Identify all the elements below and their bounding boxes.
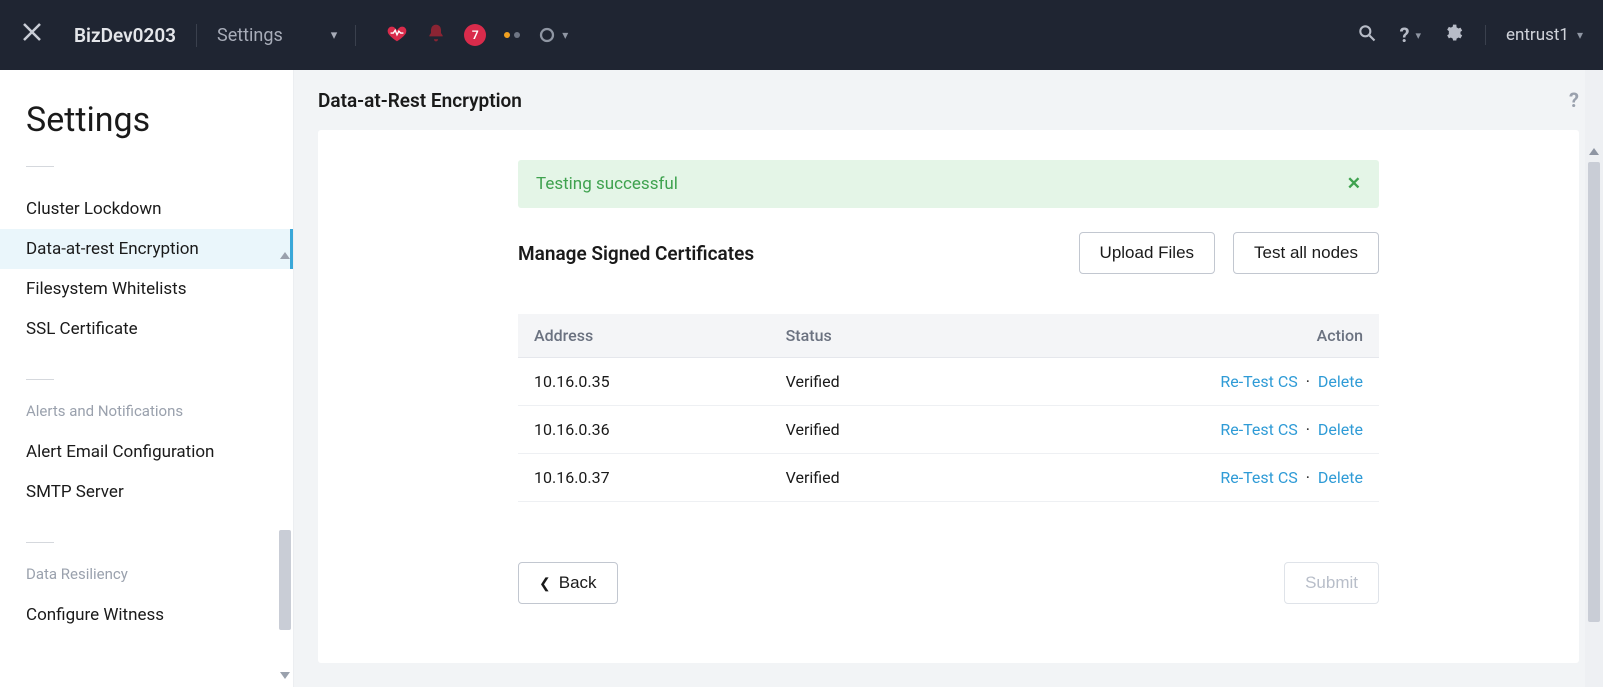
gear-icon[interactable] <box>1443 23 1463 47</box>
sidebar: Settings Cluster Lockdown Data-at-rest E… <box>0 70 294 687</box>
chevron-down-icon: ▾ <box>331 28 338 43</box>
action-separator: · <box>1306 372 1310 391</box>
context-label: Settings <box>217 25 283 46</box>
status-dots <box>504 32 520 38</box>
delete-link[interactable]: Delete <box>1318 468 1363 487</box>
status-icon-group: 7 ▾ <box>386 22 568 48</box>
section-title: Manage Signed Certificates <box>518 242 754 265</box>
content-card: Testing successful ✕ Manage Signed Certi… <box>318 130 1579 663</box>
notification-count-badge[interactable]: 7 <box>464 24 486 46</box>
sidebar-group-label: Data Resiliency <box>0 565 293 595</box>
retest-link[interactable]: Re-Test CS <box>1220 420 1297 439</box>
context-dropdown[interactable]: Settings ▾ <box>217 25 356 46</box>
cell-action: Re-Test CS · Delete <box>971 358 1379 406</box>
delete-link[interactable]: Delete <box>1318 372 1363 391</box>
scroll-up-arrow[interactable] <box>1589 148 1599 155</box>
sidebar-group: Cluster Lockdown Data-at-rest Encryption… <box>0 189 293 349</box>
sidebar-item-alert-email-configuration[interactable]: Alert Email Configuration <box>0 432 293 472</box>
bell-icon[interactable] <box>426 23 446 47</box>
divider <box>26 166 54 167</box>
divider <box>26 379 54 380</box>
submit-button[interactable]: Submit <box>1284 562 1379 604</box>
col-status: Status <box>770 314 971 358</box>
cell-address: 10.16.0.35 <box>518 358 770 406</box>
cluster-name[interactable]: BizDev0203 <box>74 24 197 47</box>
cell-status: Verified <box>770 358 971 406</box>
retest-link[interactable]: Re-Test CS <box>1220 468 1297 487</box>
username-label: entrust1 <box>1506 25 1569 45</box>
cell-address: 10.16.0.36 <box>518 406 770 454</box>
divider <box>26 542 54 543</box>
scrollbar-thumb[interactable] <box>279 530 291 630</box>
scrollbar-thumb[interactable] <box>1588 162 1600 622</box>
sidebar-item-cluster-lockdown[interactable]: Cluster Lockdown <box>0 189 293 229</box>
alert-success: Testing successful ✕ <box>518 160 1379 208</box>
logo-icon[interactable] <box>20 20 44 51</box>
table-row: 10.16.0.37 Verified Re-Test CS · Delete <box>518 454 1379 502</box>
upload-files-button[interactable]: Upload Files <box>1079 232 1216 274</box>
page-help-icon[interactable]: ? <box>1569 88 1579 112</box>
scroll-down-arrow[interactable] <box>279 663 291 681</box>
cell-action: Re-Test CS · Delete <box>971 454 1379 502</box>
search-icon[interactable] <box>1357 23 1377 47</box>
sidebar-title: Settings <box>0 100 293 156</box>
retest-link[interactable]: Re-Test CS <box>1220 372 1297 391</box>
main-scrollbar[interactable] <box>1585 70 1603 687</box>
heart-icon[interactable] <box>386 22 408 48</box>
sidebar-item-ssl-certificate[interactable]: SSL Certificate <box>0 309 293 349</box>
chevron-down-icon: ▾ <box>1577 28 1583 42</box>
sidebar-item-configure-witness[interactable]: Configure Witness <box>0 595 293 635</box>
close-icon[interactable]: ✕ <box>1347 174 1361 194</box>
col-address: Address <box>518 314 770 358</box>
table-row: 10.16.0.35 Verified Re-Test CS · Delete <box>518 358 1379 406</box>
back-button[interactable]: ❮ Back <box>518 562 618 604</box>
alert-text: Testing successful <box>536 174 678 194</box>
delete-link[interactable]: Delete <box>1318 420 1363 439</box>
page-title: Data-at-Rest Encryption <box>318 89 522 112</box>
cell-address: 10.16.0.37 <box>518 454 770 502</box>
sidebar-item-data-at-rest-encryption[interactable]: Data-at-rest Encryption <box>0 229 293 269</box>
chevron-down-icon: ▾ <box>562 28 568 42</box>
action-separator: · <box>1306 420 1310 439</box>
col-action: Action <box>971 314 1379 358</box>
sidebar-item-filesystem-whitelists[interactable]: Filesystem Whitelists <box>0 269 293 309</box>
chevron-left-icon: ❮ <box>539 575 551 592</box>
scroll-up-arrow[interactable] <box>279 250 291 268</box>
cell-status: Verified <box>770 406 971 454</box>
task-icon[interactable]: ▾ <box>538 26 568 44</box>
user-menu[interactable]: entrust1 ▾ <box>1485 25 1583 45</box>
help-menu[interactable]: ? ▾ <box>1399 23 1420 47</box>
header-right-actions: ? ▾ entrust1 ▾ <box>1357 23 1583 47</box>
chevron-down-icon: ▾ <box>1415 29 1421 42</box>
cell-status: Verified <box>770 454 971 502</box>
cell-action: Re-Test CS · Delete <box>971 406 1379 454</box>
action-separator: · <box>1306 468 1310 487</box>
test-all-nodes-button[interactable]: Test all nodes <box>1233 232 1379 274</box>
table-row: 10.16.0.36 Verified Re-Test CS · Delete <box>518 406 1379 454</box>
main-content: Data-at-Rest Encryption ? Testing succes… <box>294 70 1603 687</box>
sidebar-item-smtp-server[interactable]: SMTP Server <box>0 472 293 512</box>
top-header: BizDev0203 Settings ▾ 7 ▾ ? ▾ entrust1 <box>0 0 1603 70</box>
certificates-table: Address Status Action 10.16.0.35 Verifie… <box>518 314 1379 502</box>
back-label: Back <box>559 573 597 593</box>
sidebar-group-label: Alerts and Notifications <box>0 402 293 432</box>
